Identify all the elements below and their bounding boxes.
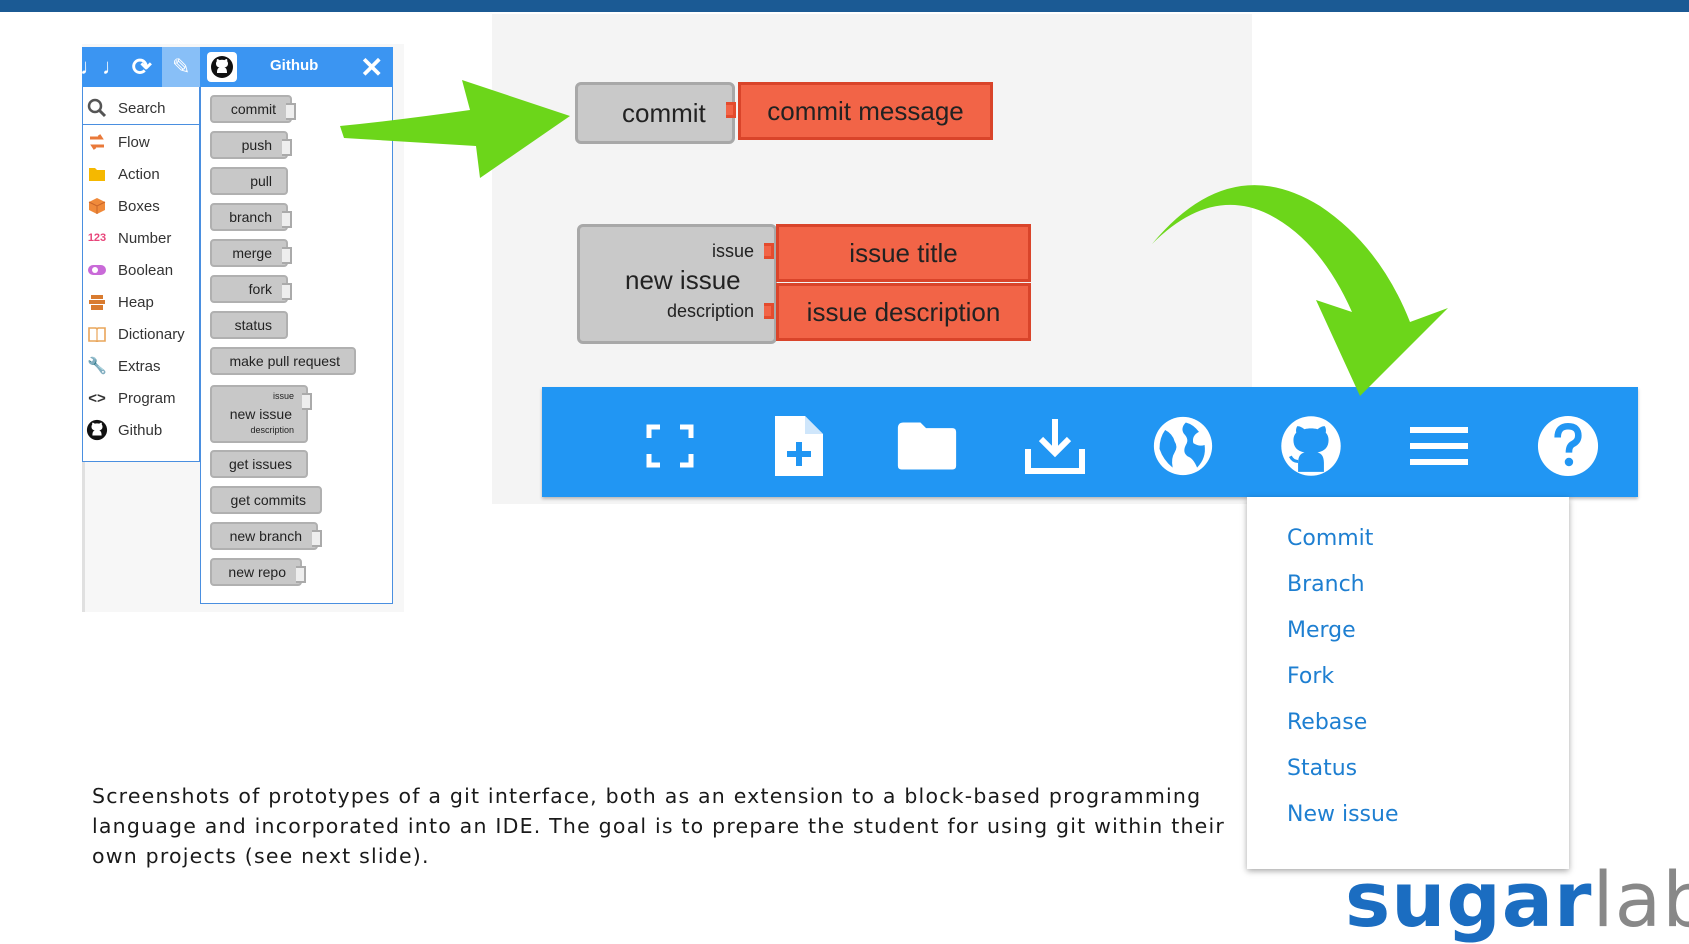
logo-labs: labs [1592,855,1689,944]
arrow-github-to-menu [1152,185,1448,396]
sugarlabs-logo: sugarlabs [1345,862,1689,938]
arrow-palette-to-blocks [340,80,570,178]
logo-sugar: sugar [1345,855,1593,944]
slide-caption: Screenshots of prototypes of a git inter… [92,784,1225,868]
